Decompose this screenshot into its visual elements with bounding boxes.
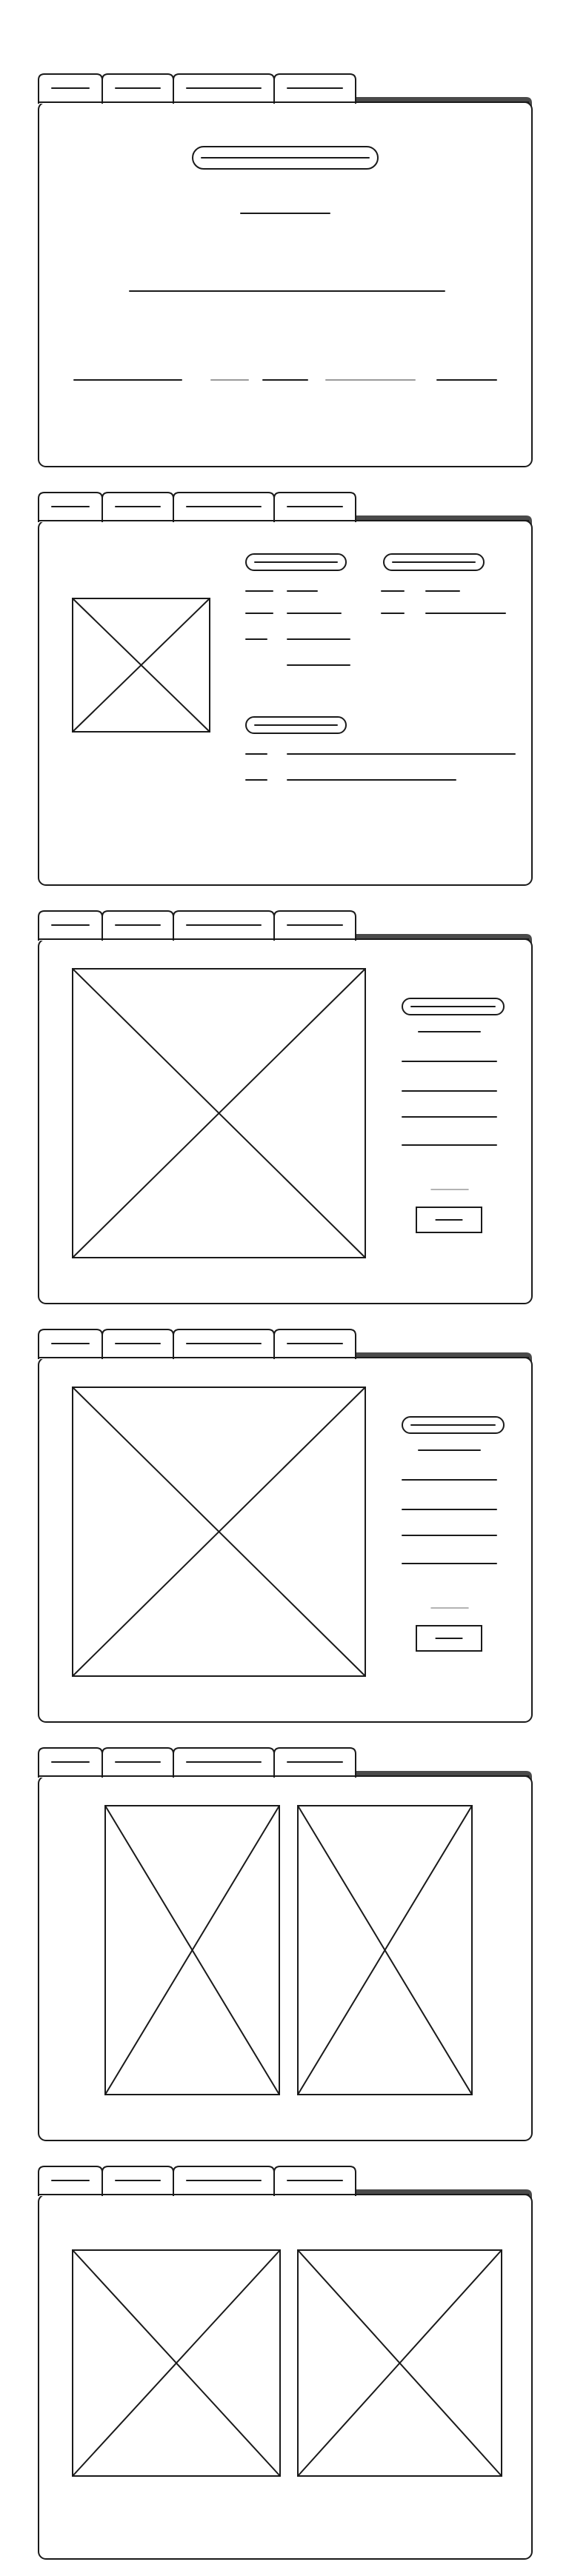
window-body xyxy=(38,1775,533,2141)
window-tab[interactable] xyxy=(102,910,174,941)
window-tab[interactable] xyxy=(38,1329,103,1359)
window-body xyxy=(38,1357,533,1723)
window-tab[interactable] xyxy=(273,1329,356,1359)
window-tab[interactable] xyxy=(173,1747,275,1778)
window-tab[interactable] xyxy=(273,910,356,941)
window-tab[interactable] xyxy=(38,492,103,522)
window-body xyxy=(38,2194,533,2560)
wireframe-panel-2 xyxy=(38,492,533,886)
window-tab[interactable] xyxy=(173,910,275,941)
wireframe-panel-5 xyxy=(38,1747,533,2141)
wireframe-panel-1 xyxy=(38,73,533,467)
window-tab[interactable] xyxy=(173,2166,275,2196)
window-tab[interactable] xyxy=(38,2166,103,2196)
window-tab[interactable] xyxy=(273,2166,356,2196)
window-body xyxy=(38,101,533,467)
wireframe-panel-6 xyxy=(38,2166,533,2560)
window-tab[interactable] xyxy=(102,73,174,104)
window-tab[interactable] xyxy=(273,1747,356,1778)
window-tab[interactable] xyxy=(38,73,103,104)
window-tab[interactable] xyxy=(102,492,174,522)
window-tab[interactable] xyxy=(173,1329,275,1359)
window-tab[interactable] xyxy=(273,492,356,522)
wireframe-panel-3 xyxy=(38,910,533,1304)
wireframe-panels xyxy=(38,73,533,2560)
window-tab[interactable] xyxy=(102,1329,174,1359)
window-tab[interactable] xyxy=(38,910,103,941)
window-tab[interactable] xyxy=(273,73,356,104)
window-tab[interactable] xyxy=(38,1747,103,1778)
wireframe-panel-4 xyxy=(38,1329,533,1723)
wireframe-canvas xyxy=(38,73,533,2560)
window-tab[interactable] xyxy=(173,492,275,522)
window-body xyxy=(38,520,533,886)
window-tab[interactable] xyxy=(102,2166,174,2196)
window-tab[interactable] xyxy=(102,1747,174,1778)
window-body xyxy=(38,938,533,1304)
window-tab[interactable] xyxy=(173,73,275,104)
